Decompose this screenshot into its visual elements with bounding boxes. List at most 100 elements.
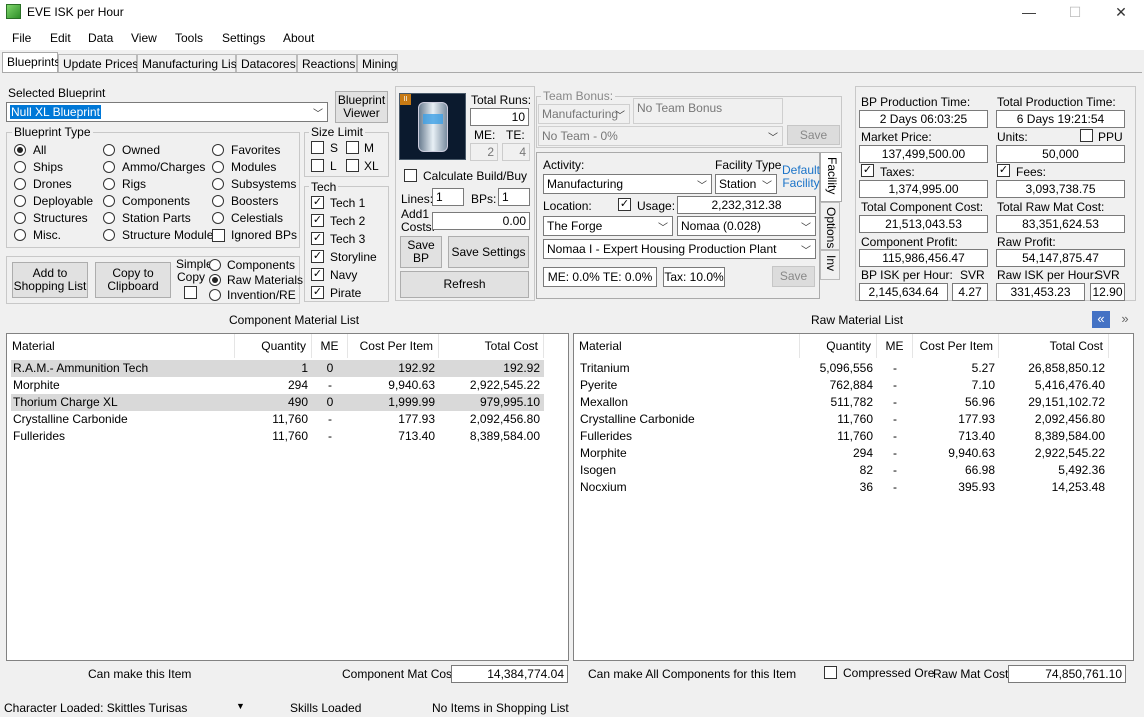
menu-data[interactable]: Data — [88, 31, 113, 45]
bp-type-drones-label: Drones — [33, 177, 72, 191]
default-facility-link[interactable]: Default Facility — [781, 164, 821, 190]
components-radio[interactable] — [209, 259, 221, 271]
tab-datacores[interactable]: Datacores — [236, 54, 297, 73]
raw-col-material[interactable]: Material — [574, 334, 800, 358]
menu-about[interactable]: About — [283, 31, 314, 45]
bp-type-structures-radio[interactable] — [14, 212, 26, 224]
bp-type-modules-radio[interactable] — [212, 161, 224, 173]
copy-to-clipboard-button[interactable]: Copy to Clipboard — [95, 262, 171, 298]
tab-reactions[interactable]: Reactions — [297, 54, 357, 73]
team-select[interactable]: No Team - 0% ﹀ — [538, 126, 783, 146]
raw-materials-radio[interactable] — [209, 274, 221, 286]
menu-file[interactable]: File — [12, 31, 31, 45]
bp-type-ships-radio[interactable] — [14, 161, 26, 173]
region-select[interactable]: The Forge ﹀ — [543, 216, 673, 236]
tech-navy-checkbox[interactable]: ✓ — [311, 268, 324, 281]
compressed-ore-checkbox[interactable] — [824, 666, 837, 679]
tab-mining[interactable]: Mining — [357, 54, 398, 73]
lines-input[interactable]: 1 — [432, 188, 464, 206]
system-select[interactable]: Nomaa (0.028) ﹀ — [677, 216, 816, 236]
tab-facility[interactable]: Facility — [820, 152, 842, 202]
bp-type-boosters-radio[interactable] — [212, 195, 224, 207]
total-runs-input[interactable]: 10 — [470, 108, 529, 126]
refresh-button[interactable]: Refresh — [400, 271, 529, 298]
comp-col-cost-per-item[interactable]: Cost Per Item — [348, 334, 439, 358]
raw-col-total-cost[interactable]: Total Cost — [999, 334, 1109, 358]
bp-type-deployable-radio[interactable] — [14, 195, 26, 207]
size-s-checkbox[interactable] — [311, 141, 324, 154]
bp-type-misc-radio[interactable] — [14, 229, 26, 241]
bp-type-station-parts-radio[interactable] — [103, 212, 115, 224]
team-activity-select[interactable]: Manufacturing ﹀ — [538, 104, 630, 124]
fees-checkbox[interactable]: ✓ — [997, 164, 1010, 177]
station-select[interactable]: Nomaa I - Expert Housing Production Plan… — [543, 239, 816, 259]
save-bp-button[interactable]: Save BP — [400, 236, 442, 268]
activity-select[interactable]: Manufacturing ﹀ — [543, 174, 712, 194]
raw-material-cell: 66.98 — [964, 463, 995, 477]
calculate-build-buy-checkbox[interactable] — [404, 169, 417, 182]
me-input[interactable]: 2 — [470, 143, 498, 161]
facility-type-select[interactable]: Station ﹀ — [715, 174, 777, 194]
character-dropdown-icon[interactable]: ▼ — [236, 701, 245, 711]
bp-type-ammo-charges-radio[interactable] — [103, 161, 115, 173]
component-material-list[interactable]: Material Quantity ME Cost Per Item Total… — [6, 333, 569, 661]
maximize-button[interactable]: ☐ — [1052, 0, 1098, 26]
size-l-checkbox[interactable] — [311, 159, 324, 172]
bp-type-structure-modules-radio[interactable] — [103, 229, 115, 241]
taxes-checkbox[interactable]: ✓ — [861, 164, 874, 177]
team-save-button[interactable]: Save — [787, 125, 840, 145]
usage-checkbox[interactable]: ✓ — [618, 198, 631, 211]
bps-input[interactable]: 1 — [498, 188, 530, 206]
character-loaded-status[interactable]: Character Loaded: Skittles Turisas — [4, 701, 187, 715]
size-xl-checkbox[interactable] — [346, 159, 359, 172]
save-settings-button[interactable]: Save Settings — [448, 236, 529, 268]
bp-type-favorites-radio[interactable] — [212, 144, 224, 156]
menu-settings[interactable]: Settings — [222, 31, 265, 45]
raw-mat-cost-label: Raw Mat Cost: — [933, 667, 1012, 681]
bp-type-celestials-radio[interactable] — [212, 212, 224, 224]
size-m-checkbox[interactable] — [346, 141, 359, 154]
collapse-left-icon[interactable]: « — [1092, 311, 1110, 328]
raw-material-list[interactable]: Material Quantity ME Cost Per Item Total… — [573, 333, 1134, 661]
raw-col-quantity[interactable]: Quantity — [800, 334, 877, 358]
minimize-button[interactable]: — — [1006, 0, 1052, 26]
tech-tech-3-checkbox[interactable]: ✓ — [311, 232, 324, 245]
comp-col-total-cost[interactable]: Total Cost — [439, 334, 544, 358]
ppu-checkbox[interactable] — [1080, 129, 1093, 142]
facility-save-button[interactable]: Save — [772, 266, 815, 287]
bp-type-drones-radio[interactable] — [14, 178, 26, 190]
bp-type-all-radio[interactable] — [14, 144, 26, 156]
simple-copy-checkbox[interactable] — [184, 286, 197, 299]
expand-right-icon[interactable]: » — [1116, 311, 1134, 328]
bp-type-structures-label: Structures — [33, 211, 88, 225]
blueprint-viewer-button[interactable]: Blueprint Viewer — [335, 91, 388, 123]
invention-radio[interactable] — [209, 289, 221, 301]
comp-col-quantity[interactable]: Quantity — [235, 334, 312, 358]
tech-pirate-checkbox[interactable]: ✓ — [311, 286, 324, 299]
bp-type-subsystems-radio[interactable] — [212, 178, 224, 190]
add-to-shopping-list-button[interactable]: Add to Shopping List — [12, 262, 88, 298]
raw-col-cost-per-item[interactable]: Cost Per Item — [913, 334, 999, 358]
add-costs-input[interactable]: 0.00 — [432, 212, 530, 230]
tab-inv[interactable]: Inv — [820, 250, 840, 280]
menu-edit[interactable]: Edit — [50, 31, 71, 45]
menu-view[interactable]: View — [131, 31, 157, 45]
tab-options[interactable]: Options — [820, 202, 840, 250]
blueprint-select[interactable]: Null XL Blueprint ﹀ — [6, 102, 328, 122]
tech-storyline-checkbox[interactable]: ✓ — [311, 250, 324, 263]
tab-blueprints[interactable]: Blueprints — [2, 52, 60, 73]
comp-col-me[interactable]: ME — [312, 334, 348, 358]
tab-manufacturing-list[interactable]: Manufacturing List — [137, 54, 240, 73]
bp-type-components-radio[interactable] — [103, 195, 115, 207]
te-input[interactable]: 4 — [502, 143, 530, 161]
menu-tools[interactable]: Tools — [175, 31, 203, 45]
bp-type-ignored-bps-checkbox[interactable] — [212, 229, 225, 242]
tab-update-prices[interactable]: Update Prices — [58, 54, 138, 73]
tech-tech-2-checkbox[interactable]: ✓ — [311, 214, 324, 227]
bp-type-rigs-radio[interactable] — [103, 178, 115, 190]
tech-tech-1-checkbox[interactable]: ✓ — [311, 196, 324, 209]
close-button[interactable]: ✕ — [1098, 0, 1144, 26]
bp-type-owned-radio[interactable] — [103, 144, 115, 156]
comp-col-material[interactable]: Material — [7, 334, 235, 358]
raw-col-me[interactable]: ME — [877, 334, 913, 358]
